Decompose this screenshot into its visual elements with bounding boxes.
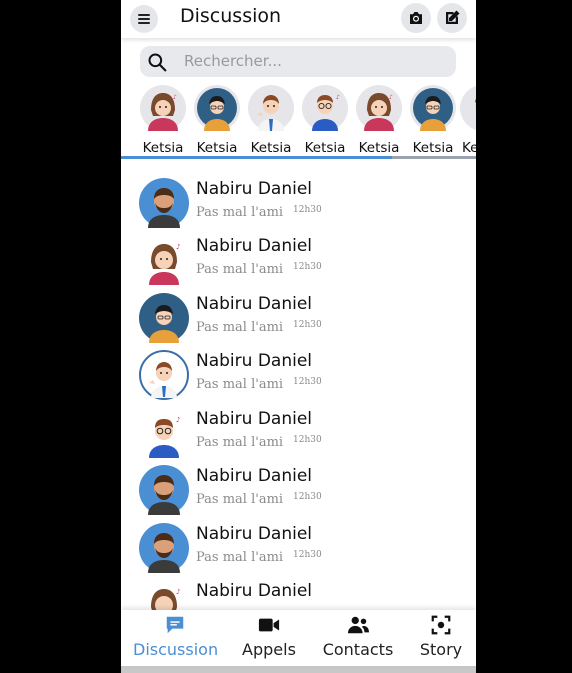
users-icon (347, 616, 369, 634)
chat-bubble-icon (166, 616, 184, 634)
avatar: ♪ (356, 85, 402, 131)
tab-label: Discussion (133, 640, 219, 659)
story-item[interactable]: Ketsia (406, 85, 460, 156)
tab-label: Story (419, 640, 463, 659)
avatar (139, 465, 189, 515)
avatar (194, 85, 240, 131)
chat-preview: Pas mal l'ami (196, 205, 284, 220)
avatar (248, 85, 294, 131)
svg-text:♪: ♪ (176, 416, 180, 424)
story-item[interactable]: ♪ Ketsia (298, 85, 352, 156)
story-item[interactable]: Ke (460, 85, 476, 156)
chat-item[interactable]: Nabiru Daniel Pas mal l'ami 12h30 (139, 293, 469, 347)
chat-preview: Pas mal l'ami (196, 435, 284, 450)
chat-item[interactable]: Nabiru Daniel Pas mal l'ami 12h30 (139, 465, 469, 519)
search-icon (148, 53, 167, 72)
avatar (410, 85, 456, 131)
stories-row: ♪ Ketsia Ketsia Ketsia ♪ Ketsia ♪ Ketsia… (121, 85, 476, 157)
story-item[interactable]: ♪ Ketsia (352, 85, 406, 156)
tab-label: Contacts (322, 640, 394, 659)
search-input[interactable] (184, 50, 444, 72)
search-bar[interactable] (140, 46, 456, 77)
story-name: Ketsia (142, 140, 184, 156)
tab-story[interactable]: Story (415, 614, 467, 659)
avatar: ♪ (302, 85, 348, 131)
svg-text:♪: ♪ (176, 588, 180, 596)
chat-name: Nabiru Daniel (196, 466, 313, 486)
avatar: ♪ (140, 85, 186, 131)
chat-item[interactable]: Nabiru Daniel Pas mal l'ami 12h30 (139, 523, 469, 577)
chat-time: 12h30 (293, 262, 322, 272)
page-title: Discussion (180, 5, 282, 27)
tab-appels[interactable]: Appels (239, 614, 299, 659)
avatar (139, 350, 189, 400)
focus-icon (431, 615, 451, 635)
chat-time: 12h30 (293, 320, 322, 330)
chat-item[interactable]: Nabiru Daniel Pas mal l'ami 12h30 (139, 350, 469, 404)
tab-label: Appels (242, 640, 296, 659)
edit-icon[interactable] (437, 3, 467, 33)
chat-time: 12h30 (293, 435, 322, 445)
chat-name: Nabiru Daniel (196, 179, 313, 199)
avatar: ♪ (139, 408, 189, 458)
chat-name: Nabiru Daniel (196, 409, 313, 429)
svg-text:♪: ♪ (176, 243, 180, 251)
chat-time: 12h30 (293, 492, 322, 502)
chat-name: Nabiru Daniel (196, 524, 313, 544)
story-item[interactable]: Ketsia (190, 85, 244, 156)
phone-screen: Discussion ♪ Ketsia Ketsia Ketsia ♪ Kets… (121, 0, 476, 673)
avatar (139, 523, 189, 573)
svg-text:♪: ♪ (389, 94, 393, 101)
chat-time: 12h30 (293, 550, 322, 560)
story-name: Ke (462, 140, 476, 156)
tab-contacts[interactable]: Contacts (321, 614, 395, 659)
svg-text:♪: ♪ (336, 94, 340, 101)
app-header: Discussion (121, 0, 476, 38)
story-name: Ketsia (304, 140, 346, 156)
chat-time: 12h30 (293, 205, 322, 215)
hamburger-icon[interactable] (130, 5, 158, 33)
avatar (139, 293, 189, 343)
svg-text:♪: ♪ (173, 94, 177, 101)
chat-preview: Pas mal l'ami (196, 320, 284, 335)
story-item[interactable]: ♪ Ketsia (136, 85, 190, 156)
bottom-nav: Discussion Appels Contacts Story (121, 610, 476, 666)
video-icon (258, 618, 280, 632)
camera-icon[interactable] (401, 3, 431, 33)
chat-preview: Pas mal l'ami (196, 377, 284, 392)
chat-item[interactable]: ♪ Nabiru Daniel Pas mal l'ami 12h30 (139, 408, 469, 462)
avatar (139, 178, 189, 228)
story-name: Ketsia (358, 140, 400, 156)
chat-preview: Pas mal l'ami (196, 492, 284, 507)
chat-preview: Pas mal l'ami (196, 550, 284, 565)
story-name: Ketsia (196, 140, 238, 156)
chat-name: Nabiru Daniel (196, 351, 313, 371)
chat-preview: Pas mal l'ami (196, 262, 284, 277)
story-item[interactable]: Ketsia (244, 85, 298, 156)
chat-item[interactable]: ♪ Nabiru Daniel Pas mal l'ami 12h30 (139, 235, 469, 289)
tab-discussion[interactable]: Discussion (133, 614, 219, 659)
chat-time: 12h30 (293, 377, 322, 387)
bottom-edge (121, 666, 476, 673)
chat-item[interactable]: Nabiru Daniel Pas mal l'ami 12h30 (139, 178, 469, 232)
story-name: Ketsia (250, 140, 292, 156)
stories-divider (121, 156, 476, 159)
chat-name: Nabiru Daniel (196, 236, 313, 256)
story-name: Ketsia (412, 140, 454, 156)
chat-name: Nabiru Daniel (196, 294, 313, 314)
chat-name: Nabiru Daniel (196, 581, 313, 601)
avatar: ♪ (139, 235, 189, 285)
avatar (460, 86, 476, 130)
